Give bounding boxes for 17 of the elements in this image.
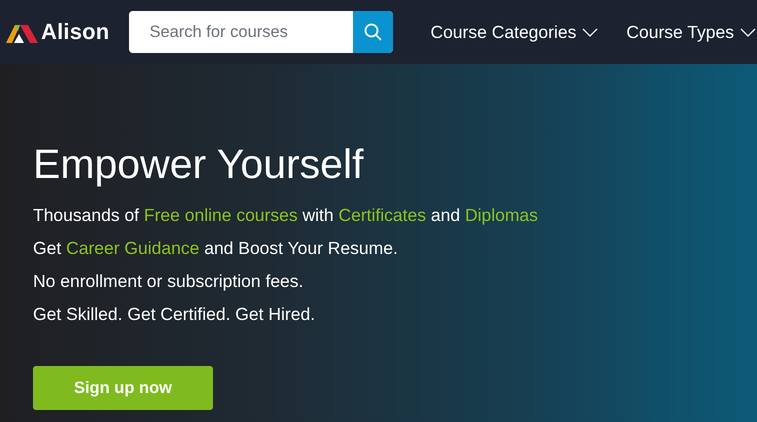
text-link[interactable]: Certificates bbox=[338, 205, 426, 225]
nav-menu[interactable]: Course Categories bbox=[430, 22, 598, 42]
hero-title: Empower Yourself bbox=[33, 140, 365, 188]
search-field[interactable]: Search for courses bbox=[129, 11, 394, 53]
hero-text: Get Career Guidance and Boost Your Resume. bbox=[33, 238, 399, 259]
chevron-icon bbox=[582, 28, 598, 36]
logo-text[interactable]: Alison bbox=[41, 19, 110, 45]
hero-text: Thousands of Free online courses with Certificates and Diplomas bbox=[33, 205, 539, 226]
search-button[interactable] bbox=[353, 11, 394, 53]
hero-text: No enrollment or subscription fees. bbox=[33, 271, 304, 292]
text-link[interactable]: Career Guidance bbox=[66, 238, 200, 258]
nav-menu[interactable]: Course Types bbox=[626, 22, 756, 42]
hero-text: Get Skilled. Get Certified. Get Hired. bbox=[33, 304, 316, 325]
text-link[interactable]: Diplomas bbox=[464, 205, 538, 225]
text-link[interactable]: Free online courses bbox=[144, 205, 298, 225]
search-icon bbox=[364, 23, 382, 41]
chevron-icon bbox=[740, 28, 756, 36]
